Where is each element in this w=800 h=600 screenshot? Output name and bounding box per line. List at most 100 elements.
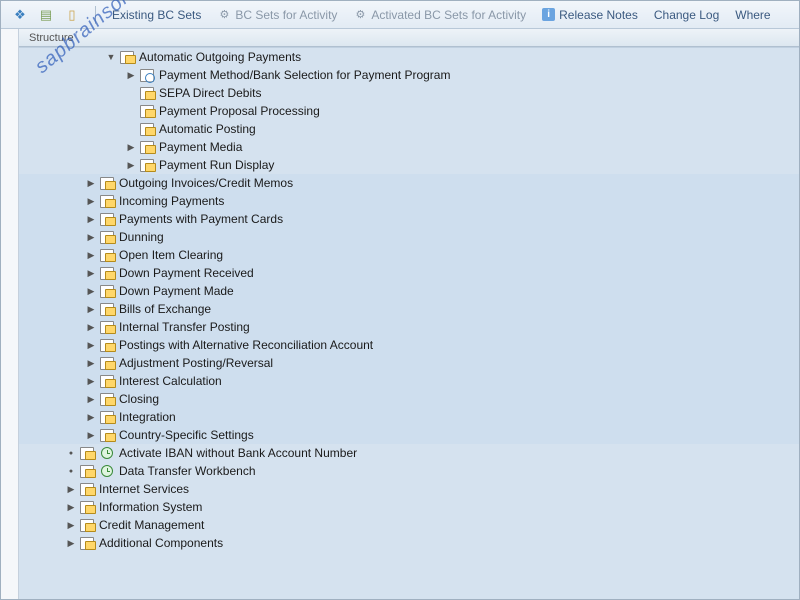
tree[interactable]: ▼ Automatic Outgoing Payments ▶ Payment …	[19, 47, 799, 599]
info-icon: i	[542, 8, 555, 21]
tree-node-label: Automatic Posting	[159, 122, 256, 136]
tree-node-integration[interactable]: ▶ Integration	[19, 408, 799, 426]
collapse-icon[interactable]: ▤	[37, 6, 55, 24]
tree-node-data-transfer[interactable]: ● Data Transfer Workbench	[19, 462, 799, 480]
change-log-button[interactable]: Change Log	[648, 6, 725, 24]
bullet-icon: ●	[65, 465, 77, 477]
document-folder-icon	[79, 463, 95, 479]
chevron-right-icon[interactable]: ▶	[85, 357, 97, 369]
release-notes-button[interactable]: i Release Notes	[536, 6, 644, 24]
document-folder-icon	[99, 247, 115, 263]
tree-node-label: Payment Proposal Processing	[159, 104, 320, 118]
document-folder-icon	[99, 175, 115, 191]
tree-node-payment-cards[interactable]: ▶ Payments with Payment Cards	[19, 210, 799, 228]
tree-node-label: Postings with Alternative Reconciliation…	[119, 338, 373, 352]
chevron-right-icon[interactable]: ▶	[65, 483, 77, 495]
chevron-right-icon[interactable]: ▶	[65, 537, 77, 549]
chevron-right-icon[interactable]: ▶	[85, 375, 97, 387]
tree-node-payment-method[interactable]: ▶ Payment Method/Bank Selection for Paym…	[19, 66, 799, 84]
tree-node-outgoing-invoices[interactable]: ▶ Outgoing Invoices/Credit Memos	[19, 174, 799, 192]
gear-icon: ⚙	[217, 8, 231, 22]
tree-node-open-item[interactable]: ▶ Open Item Clearing	[19, 246, 799, 264]
tree-node-label: Payment Run Display	[159, 158, 274, 172]
tree-node-additional-components[interactable]: ▶ Additional Components	[19, 534, 799, 552]
tree-node-media[interactable]: ▶ Payment Media	[19, 138, 799, 156]
chevron-right-icon[interactable]: ▶	[65, 501, 77, 513]
document-folder-icon	[99, 211, 115, 227]
chevron-right-icon[interactable]: ▶	[85, 411, 97, 423]
tree-node-label: Payment Media	[159, 140, 242, 154]
document-magnify-icon	[139, 67, 155, 83]
chevron-right-icon[interactable]: ▶	[85, 303, 97, 315]
tree-node-label: Information System	[99, 500, 202, 514]
activated-bc-sets-button[interactable]: ⚙ Activated BC Sets for Activity	[347, 6, 532, 24]
tree-node-label: Interest Calculation	[119, 374, 222, 388]
chevron-right-icon[interactable]: ▶	[85, 339, 97, 351]
tree-node-alt-reconciliation[interactable]: ▶ Postings with Alternative Reconciliati…	[19, 336, 799, 354]
tree-node-adjustment-reversal[interactable]: ▶ Adjustment Posting/Reversal	[19, 354, 799, 372]
chevron-right-icon[interactable]: ▶	[85, 249, 97, 261]
toolbar-label: Change Log	[654, 8, 719, 22]
bc-sets-activity-button[interactable]: ⚙ BC Sets for Activity	[211, 6, 343, 24]
chevron-right-icon[interactable]: ▶	[85, 195, 97, 207]
tree-node-bills-exchange[interactable]: ▶ Bills of Exchange	[19, 300, 799, 318]
chevron-right-icon[interactable]: ▶	[85, 267, 97, 279]
document-folder-icon	[139, 157, 155, 173]
document-folder-icon	[139, 85, 155, 101]
toolbar-separator	[95, 6, 96, 24]
tree-node-credit-management[interactable]: ▶ Credit Management	[19, 516, 799, 534]
tree-node-interest[interactable]: ▶ Interest Calculation	[19, 372, 799, 390]
chevron-right-icon[interactable]: ▶	[85, 321, 97, 333]
document-folder-icon	[99, 301, 115, 317]
tree-node-run-display[interactable]: ▶ Payment Run Display	[19, 156, 799, 174]
clock-icon	[99, 463, 115, 479]
tree-node-proposal[interactable]: ▶ Payment Proposal Processing	[19, 102, 799, 120]
tree-node-sepa[interactable]: ▶ SEPA Direct Debits	[19, 84, 799, 102]
chevron-right-icon[interactable]: ▶	[65, 519, 77, 531]
tree-node-internet-services[interactable]: ▶ Internet Services	[19, 480, 799, 498]
tree-node-label: Payment Method/Bank Selection for Paymen…	[159, 68, 450, 82]
tree-node-auto-outgoing[interactable]: ▼ Automatic Outgoing Payments	[19, 48, 799, 66]
tree-node-label: Down Payment Received	[119, 266, 254, 280]
chevron-right-icon[interactable]: ▶	[125, 69, 137, 81]
chevron-right-icon[interactable]: ▶	[85, 393, 97, 405]
document-folder-icon	[139, 103, 155, 119]
existing-bc-sets-button[interactable]: Existing BC Sets	[106, 6, 207, 24]
chevron-right-icon[interactable]: ▶	[85, 177, 97, 189]
chevron-right-icon[interactable]: ▶	[85, 213, 97, 225]
folder-icon[interactable]: ▯	[63, 6, 81, 24]
gear-icon: ⚙	[353, 8, 367, 22]
tree-node-down-received[interactable]: ▶ Down Payment Received	[19, 264, 799, 282]
tree-node-closing[interactable]: ▶ Closing	[19, 390, 799, 408]
document-folder-icon	[99, 391, 115, 407]
bullet-icon: ●	[65, 447, 77, 459]
tree-node-label: Country-Specific Settings	[119, 428, 254, 442]
tree-node-label: Outgoing Invoices/Credit Memos	[119, 176, 293, 190]
tree-node-incoming-payments[interactable]: ▶ Incoming Payments	[19, 192, 799, 210]
chevron-right-icon[interactable]: ▶	[85, 285, 97, 297]
chevron-right-icon[interactable]: ▶	[85, 231, 97, 243]
document-folder-icon	[79, 517, 95, 533]
tree-node-information-system[interactable]: ▶ Information System	[19, 498, 799, 516]
tree-node-label: Credit Management	[99, 518, 204, 532]
where-used-button[interactable]: Where	[729, 6, 776, 24]
tree-node-activate-iban[interactable]: ● Activate IBAN without Bank Account Num…	[19, 444, 799, 462]
column-header-label: Structure	[29, 32, 74, 44]
tree-node-label: Payments with Payment Cards	[119, 212, 283, 226]
tree-node-dunning[interactable]: ▶ Dunning	[19, 228, 799, 246]
tree-node-label: Integration	[119, 410, 176, 424]
chevron-right-icon[interactable]: ▶	[85, 429, 97, 441]
chevron-down-icon[interactable]: ▼	[105, 51, 117, 63]
tree-node-down-made[interactable]: ▶ Down Payment Made	[19, 282, 799, 300]
tree-node-country-specific[interactable]: ▶ Country-Specific Settings	[19, 426, 799, 444]
chevron-right-icon[interactable]: ▶	[125, 141, 137, 153]
document-folder-icon	[139, 121, 155, 137]
chevron-right-icon[interactable]: ▶	[125, 159, 137, 171]
tree-node-internal-transfer[interactable]: ▶ Internal Transfer Posting	[19, 318, 799, 336]
document-folder-icon	[99, 427, 115, 443]
expand-all-icon[interactable]: ❖	[11, 6, 29, 24]
tree-node-label: Data Transfer Workbench	[119, 464, 256, 478]
toolbar-label: Where	[735, 8, 770, 22]
tree-node-label: Dunning	[119, 230, 164, 244]
tree-node-auto-posting[interactable]: ▶ Automatic Posting	[19, 120, 799, 138]
